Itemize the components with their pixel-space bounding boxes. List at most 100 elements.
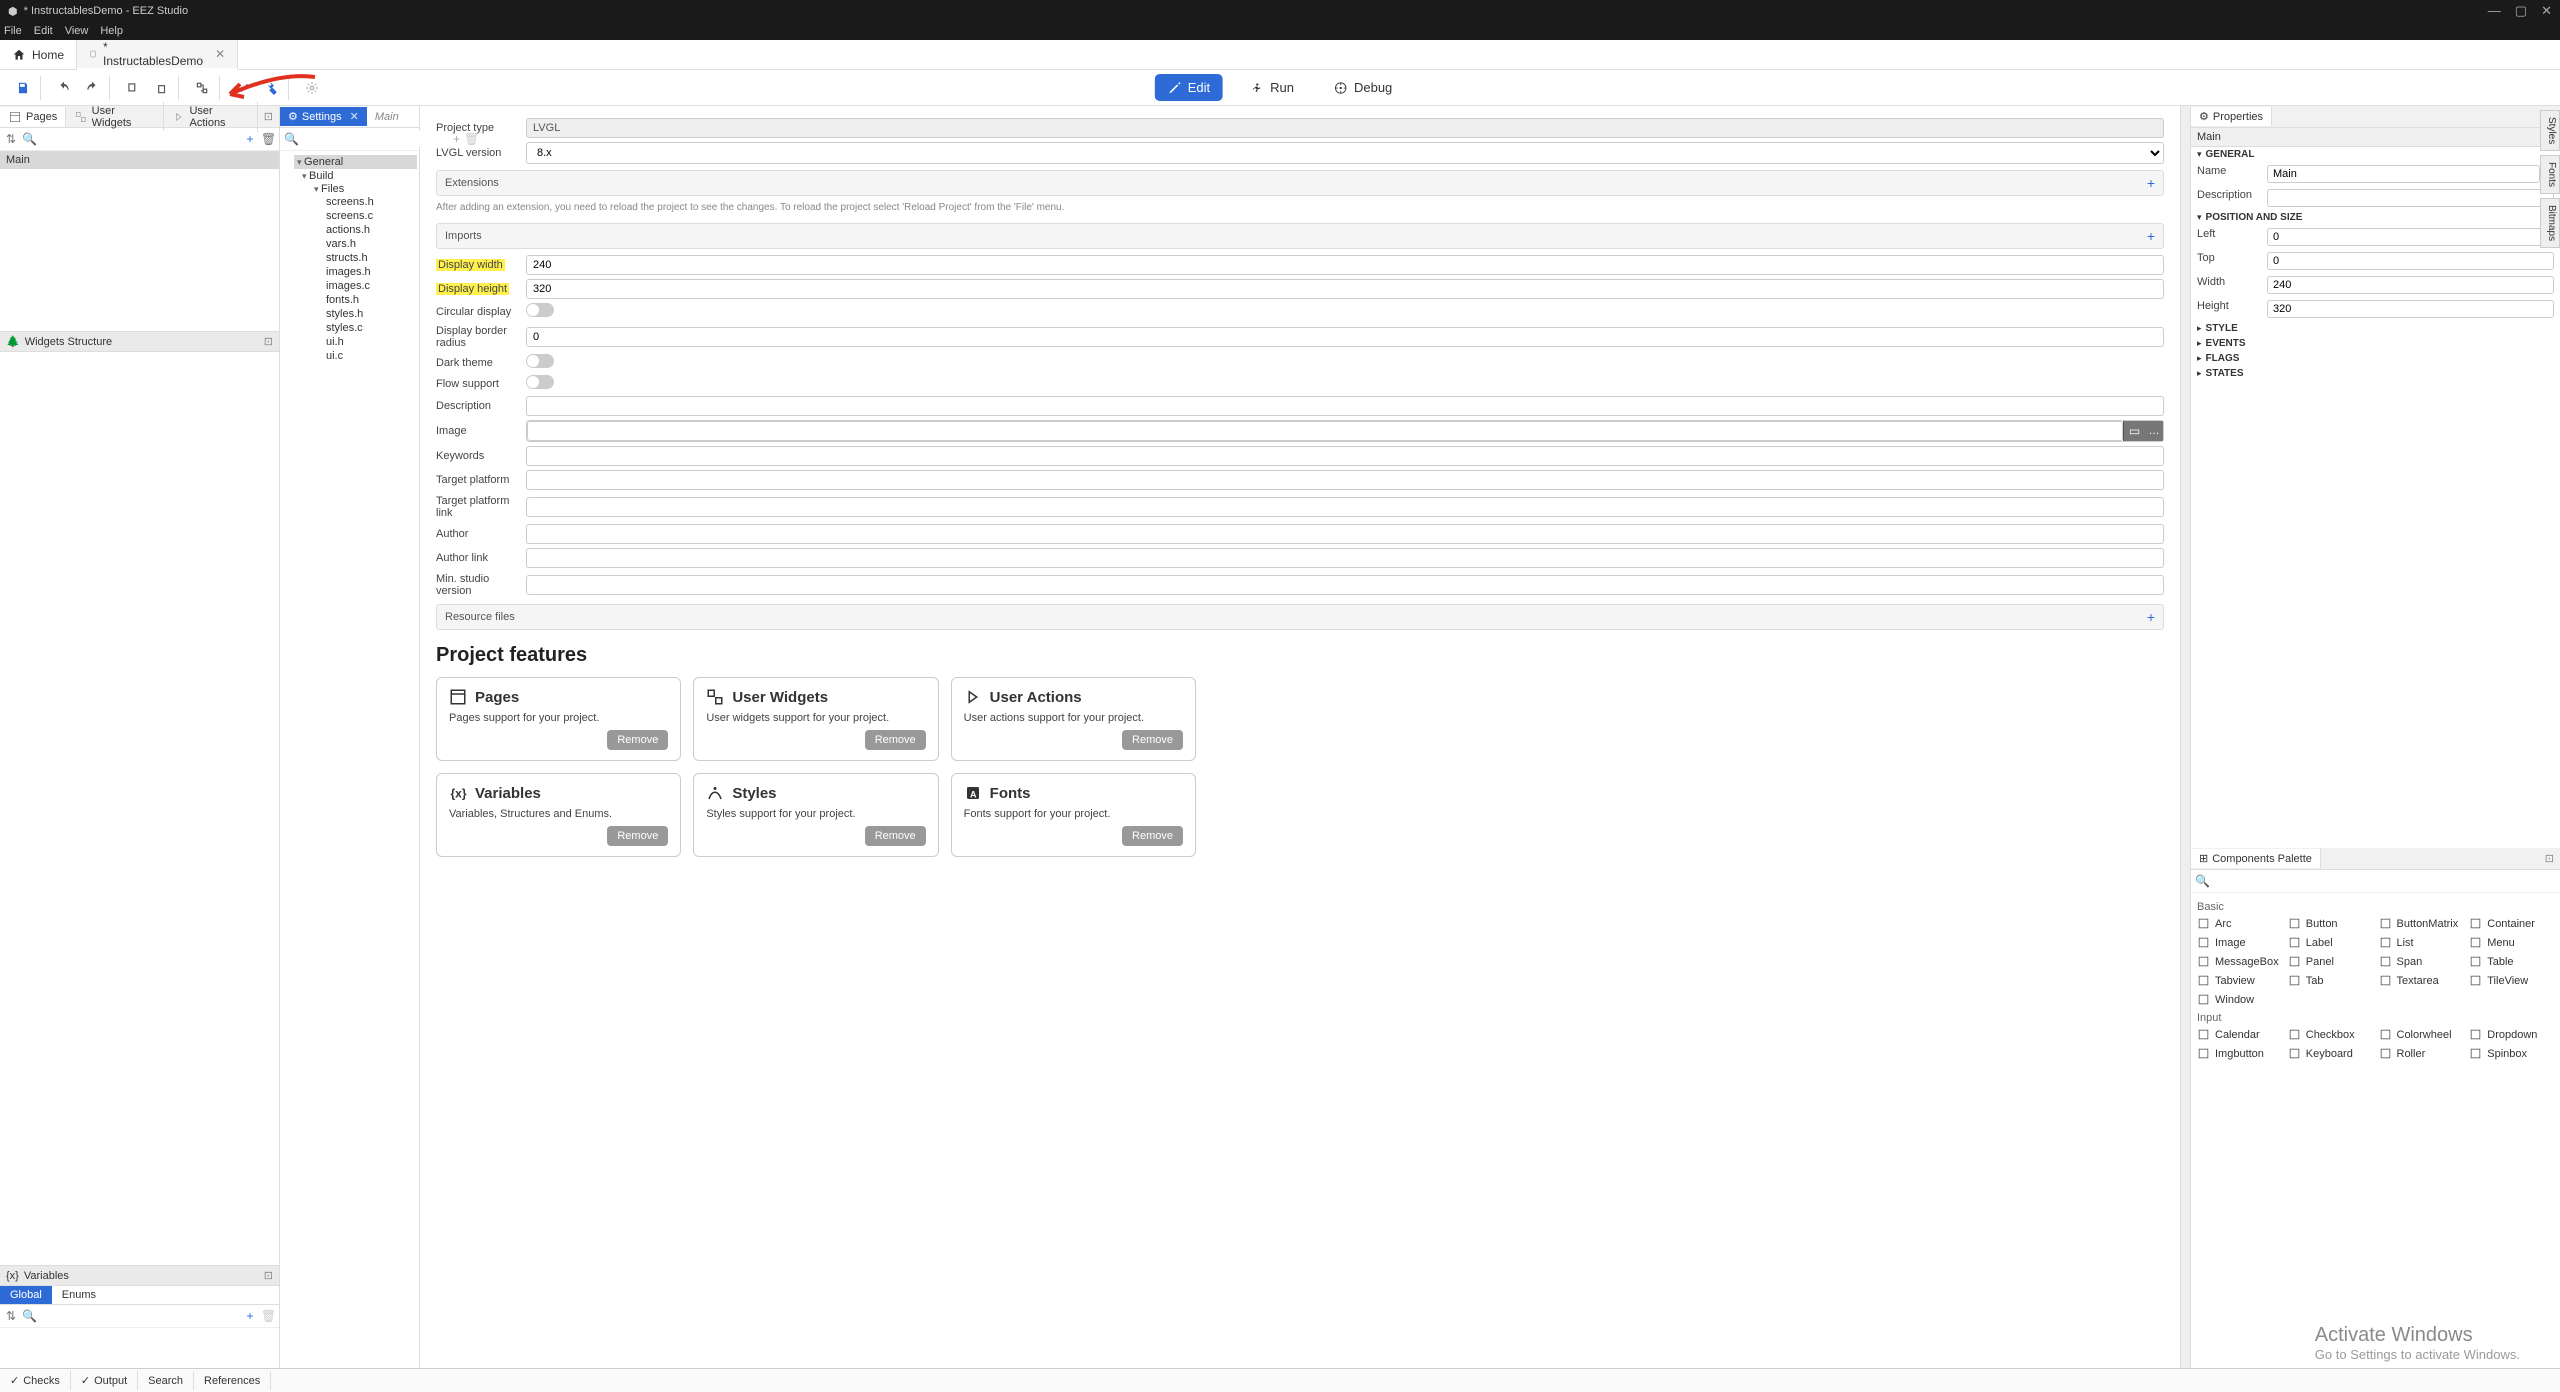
palette-item[interactable]: Textarea xyxy=(2379,972,2464,989)
prop-width-input[interactable] xyxy=(2267,276,2554,294)
palette-item[interactable]: TileView xyxy=(2469,972,2554,989)
status-checks[interactable]: ✓Checks xyxy=(0,1371,71,1390)
prop-group-events[interactable]: EVENTS xyxy=(2191,336,2560,351)
undo-button[interactable] xyxy=(53,77,75,99)
tree-tab-main[interactable]: Main xyxy=(367,108,407,126)
palette-item[interactable]: Image xyxy=(2197,934,2282,951)
target-platform-link-input[interactable] xyxy=(526,497,2164,517)
sort-icon[interactable]: ⇅ xyxy=(4,1309,18,1323)
palette-search-input[interactable] xyxy=(2214,873,2556,889)
tree-file-item[interactable]: ui.h xyxy=(326,335,417,349)
border-radius-input[interactable] xyxy=(526,327,2164,347)
palette-item[interactable]: Label xyxy=(2288,934,2373,951)
prop-group-general[interactable]: GENERAL xyxy=(2191,147,2560,162)
tree-file-item[interactable]: screens.c xyxy=(326,209,417,223)
feature-remove-button[interactable]: Remove xyxy=(1122,730,1183,750)
status-output[interactable]: ✓Output xyxy=(71,1371,138,1390)
delete-variable-button[interactable]: 🗑 xyxy=(261,1309,275,1323)
palette-item[interactable]: Keyboard xyxy=(2288,1045,2373,1062)
image-clear-icon[interactable]: … xyxy=(2145,421,2163,441)
author-link-input[interactable] xyxy=(526,548,2164,568)
min-studio-input[interactable] xyxy=(526,575,2164,595)
feature-remove-button[interactable]: Remove xyxy=(1122,826,1183,846)
display-width-input[interactable] xyxy=(526,255,2164,275)
palette-item[interactable]: List xyxy=(2379,934,2464,951)
tree-file-item[interactable]: ui.c xyxy=(326,349,417,363)
status-references[interactable]: References xyxy=(194,1372,271,1390)
palette-item[interactable]: ButtonMatrix xyxy=(2379,915,2464,932)
menu-edit[interactable]: Edit xyxy=(34,25,53,37)
palette-item[interactable]: Checkbox xyxy=(2288,1026,2373,1043)
close-icon[interactable]: ✕ xyxy=(2541,3,2552,19)
sidetab-bitmaps[interactable]: Bitmaps xyxy=(2540,198,2560,248)
vars-tab-enums[interactable]: Enums xyxy=(52,1286,106,1304)
check-button[interactable] xyxy=(232,77,254,99)
tree-node-files[interactable]: Files screens.hscreens.cactions.hvars.hs… xyxy=(314,182,417,364)
add-variable-button[interactable]: + xyxy=(243,1309,257,1323)
tab-user-actions[interactable]: User Actions xyxy=(164,102,258,132)
palette-item[interactable]: Tab xyxy=(2288,972,2373,989)
redo-button[interactable] xyxy=(81,77,103,99)
tab-components-palette[interactable]: ⊞ Components Palette xyxy=(2191,849,2321,868)
variables-search-input[interactable] xyxy=(41,1308,239,1324)
delete-page-button[interactable]: 🗑 xyxy=(261,132,275,146)
prop-left-input[interactable] xyxy=(2267,228,2554,246)
palette-item[interactable]: Window xyxy=(2197,991,2282,1008)
prop-group-pos-size[interactable]: POSITION AND SIZE xyxy=(2191,210,2560,225)
tree-file-item[interactable]: fonts.h xyxy=(326,293,417,307)
tree-node-build[interactable]: Build Files screens.hscreens.cactions.hv… xyxy=(294,169,417,365)
variables-header[interactable]: {x} Variables ⊡ xyxy=(0,1265,279,1286)
tree-node-general[interactable]: General xyxy=(294,155,417,169)
palette-item[interactable]: Spinbox xyxy=(2469,1045,2554,1062)
pages-search-input[interactable] xyxy=(41,131,239,147)
tree-file-item[interactable]: images.c xyxy=(326,279,417,293)
image-browse-icon[interactable]: ▭ xyxy=(2123,421,2145,441)
tab-document[interactable]: * InstructablesDemo ✕ xyxy=(77,40,238,70)
tree-file-item[interactable]: images.h xyxy=(326,265,417,279)
palette-item[interactable]: Tabview xyxy=(2197,972,2282,989)
lvgl-version-select[interactable]: 8.x xyxy=(526,142,2164,164)
palette-item[interactable]: Imgbutton xyxy=(2197,1045,2282,1062)
dark-theme-toggle[interactable] xyxy=(526,354,554,368)
copy-button[interactable] xyxy=(122,77,144,99)
feature-remove-button[interactable]: Remove xyxy=(607,826,668,846)
edit-mode-button[interactable]: Edit xyxy=(1155,74,1223,101)
palette-item[interactable]: Table xyxy=(2469,953,2554,970)
keywords-input[interactable] xyxy=(526,446,2164,466)
resource-files-section[interactable]: Resource files + xyxy=(436,604,2164,630)
scrollbar[interactable] xyxy=(2180,106,2190,1368)
vars-tab-global[interactable]: Global xyxy=(0,1286,52,1304)
palette-item[interactable]: Menu xyxy=(2469,934,2554,951)
add-page-button[interactable]: + xyxy=(243,132,257,146)
minimize-icon[interactable]: — xyxy=(2488,3,2501,19)
dock-icon[interactable]: ⊡ xyxy=(264,1269,273,1282)
flow-support-toggle[interactable] xyxy=(526,375,554,389)
menu-view[interactable]: View xyxy=(65,25,89,37)
image-input[interactable] xyxy=(527,421,2123,441)
run-mode-button[interactable]: Run xyxy=(1237,74,1307,101)
tab-pages[interactable]: Pages xyxy=(0,107,66,127)
dock-icon[interactable]: ⊡ xyxy=(2539,852,2560,865)
prop-top-input[interactable] xyxy=(2267,252,2554,270)
feature-remove-button[interactable]: Remove xyxy=(865,730,926,750)
feature-remove-button[interactable]: Remove xyxy=(607,730,668,750)
tree-file-item[interactable]: screens.h xyxy=(326,195,417,209)
author-input[interactable] xyxy=(526,524,2164,544)
palette-item[interactable]: Calendar xyxy=(2197,1026,2282,1043)
target-platform-input[interactable] xyxy=(526,470,2164,490)
tree-file-item[interactable]: vars.h xyxy=(326,237,417,251)
extensions-section[interactable]: Extensions + xyxy=(436,170,2164,196)
prop-desc-input[interactable] xyxy=(2267,189,2554,207)
prop-name-input[interactable] xyxy=(2267,165,2540,183)
prop-group-states[interactable]: STATES xyxy=(2191,366,2560,381)
tab-close-icon[interactable]: ✕ xyxy=(215,47,225,61)
menu-help[interactable]: Help xyxy=(100,25,123,37)
plus-icon[interactable]: + xyxy=(2147,175,2155,191)
sort-icon[interactable]: ⇅ xyxy=(4,132,18,146)
palette-item[interactable]: Arc xyxy=(2197,915,2282,932)
palette-item[interactable]: Colorwheel xyxy=(2379,1026,2464,1043)
prop-height-input[interactable] xyxy=(2267,300,2554,318)
palette-item[interactable]: Span xyxy=(2379,953,2464,970)
tree-file-item[interactable]: actions.h xyxy=(326,223,417,237)
display-height-input[interactable] xyxy=(526,279,2164,299)
